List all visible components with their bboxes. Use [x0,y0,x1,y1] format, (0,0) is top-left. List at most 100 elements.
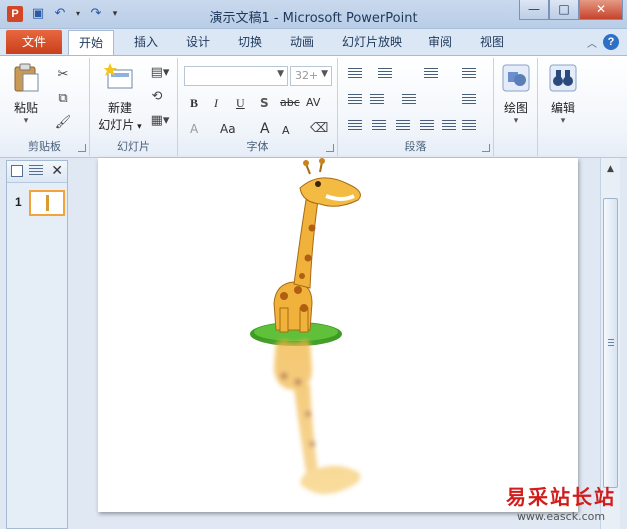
minimize-button[interactable]: — [519,0,549,20]
chevron-down-icon: ▼ [321,69,328,79]
editing-button[interactable]: 编辑 ▾ [544,62,582,126]
paragraph-launcher[interactable] [482,144,490,152]
giraffe-image[interactable] [98,158,578,512]
tab-home[interactable]: 开始 [68,30,114,55]
font-launcher[interactable] [326,144,334,152]
vertical-scrollbar[interactable]: ▲ [600,158,620,529]
watermark: 易采站长站 www.easck.com [499,481,623,523]
new-slide-dropdown-icon[interactable]: ▾ [134,122,142,132]
slides-panel: ✕ 1 [6,160,68,529]
slide-thumbnail[interactable] [29,190,65,216]
editing-dropdown-icon[interactable]: ▾ [544,116,582,126]
align-right-icon[interactable] [396,120,410,132]
drawing-label: 绘图 [503,101,528,115]
text-direction-icon[interactable] [462,68,476,80]
new-slide-button[interactable]: 新建 幻灯片 ▾ [94,62,146,133]
align-center-icon[interactable] [372,120,386,132]
group-font: ▼ 32+ ▼ B I U S abc AV A Aa A A ⌫ 字体 [178,58,338,156]
clipboard-launcher[interactable] [78,144,86,152]
bold-button[interactable]: B [190,94,198,112]
drawing-dropdown-icon[interactable]: ▾ [498,116,534,126]
watermark-en: www.easck.com [516,510,606,523]
close-button[interactable]: ✕ [579,0,623,20]
reset-icon[interactable]: ⟲ [148,88,166,106]
numbering-icon[interactable] [378,68,392,80]
slides-group-label: 幻灯片 [117,140,150,153]
format-painter-icon[interactable]: 🖌 [54,114,72,132]
decrease-indent-icon[interactable] [348,94,362,106]
scroll-up-icon[interactable]: ▲ [603,162,618,176]
tab-animations[interactable]: 动画 [280,30,324,54]
slide-canvas[interactable] [98,158,578,512]
drawing-button[interactable]: 绘图 ▾ [498,62,534,126]
align-text-icon[interactable] [462,94,476,106]
group-clipboard: 粘贴 ▾ ✂ ⧉ 🖌 剪贴板 [0,58,90,156]
bullets-icon[interactable] [348,68,362,80]
group-drawing: 绘图 ▾ [494,58,538,156]
slide-editing-area [70,158,600,529]
outline-tab-icon[interactable] [29,165,43,177]
paste-button[interactable]: 粘贴 ▾ [6,62,46,126]
font-size-value: 32+ [295,69,319,82]
tab-design[interactable]: 设计 [176,30,220,54]
paste-dropdown-icon[interactable]: ▾ [6,116,46,126]
giraffe [250,158,361,346]
tab-transitions[interactable]: 切换 [228,30,272,54]
layout-icon[interactable]: ▤▾ [148,64,172,82]
tab-file[interactable]: 文件 [6,30,62,54]
editing-label: 编辑 [550,101,575,115]
collapse-ribbon-icon[interactable]: ︿ [587,35,597,50]
ribbon-home: 粘贴 ▾ ✂ ⧉ 🖌 剪贴板 新建 幻灯片 ▾ ▤▾ ⟲ ▦▾ 幻灯片 ▼ 32… [0,55,627,158]
paste-label: 粘贴 [13,101,38,115]
shadow-button[interactable]: S [260,94,269,112]
columns-icon[interactable] [402,94,416,106]
font-color-button[interactable]: A [190,120,198,138]
tab-view[interactable]: 视图 [470,30,514,54]
change-case-button[interactable]: Aa [220,120,236,138]
scroll-grip-icon [608,339,614,347]
slide-number: 1 [15,195,22,209]
strikethrough-button[interactable]: abc [280,94,300,112]
cut-icon[interactable]: ✂ [54,66,72,84]
maximize-button[interactable]: □ [549,0,579,20]
font-size-select[interactable]: 32+ ▼ [290,66,332,86]
group-slides: 新建 幻灯片 ▾ ▤▾ ⟲ ▦▾ 幻灯片 [90,58,178,156]
window-controls: — □ ✕ [519,0,623,20]
help-icon[interactable]: ? [603,34,619,50]
justify-icon[interactable] [420,120,434,132]
watermark-cn: 易采站长站 [506,485,616,509]
underline-button[interactable]: U [236,94,245,112]
paste-icon [14,63,39,92]
slides-panel-header: ✕ [7,161,67,183]
group-paragraph: 段落 [338,58,494,156]
chevron-down-icon: ▼ [277,69,284,79]
binoculars-icon [549,64,577,92]
tab-insert[interactable]: 插入 [124,30,168,54]
font-name-select[interactable]: ▼ [184,66,288,86]
ribbon-tabs: 文件 开始 插入 设计 切换 动画 幻灯片放映 审阅 视图 ︿ ? [0,29,627,55]
char-spacing-button[interactable]: AV [306,94,320,112]
help-area: ︿ ? [587,34,619,50]
tab-review[interactable]: 审阅 [418,30,462,54]
italic-button[interactable]: I [214,94,218,112]
align-left-icon[interactable] [348,120,362,132]
copy-icon[interactable]: ⧉ [54,90,72,108]
font-group-label: 字体 [246,140,269,153]
section-icon[interactable]: ▦▾ [148,112,172,130]
smartart-icon[interactable] [462,120,476,132]
shapes-icon [502,64,530,92]
close-panel-icon[interactable]: ✕ [51,163,63,179]
title-bar: P ▣ ↶ ▾ ↷ ▾ 演示文稿1 - Microsoft PowerPoint… [0,0,627,29]
new-slide-label: 新建 [107,101,132,115]
tab-slideshow[interactable]: 幻灯片放映 [334,30,410,54]
scroll-thumb[interactable] [603,198,618,488]
distributed-icon[interactable] [442,120,456,132]
increase-indent-icon[interactable] [370,94,384,106]
slides-tab-icon[interactable] [11,165,23,177]
clear-formatting-icon[interactable]: ⌫ [310,120,328,138]
new-slide-label-2: 幻灯片 [98,118,135,132]
new-slide-icon [104,63,133,89]
grow-font-button[interactable]: A [260,120,270,138]
group-editing: 编辑 ▾ [538,58,588,156]
line-spacing-icon[interactable] [424,68,438,80]
